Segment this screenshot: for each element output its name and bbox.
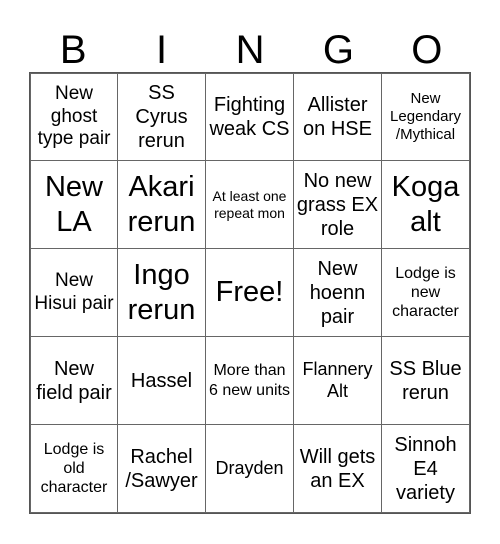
- bingo-cell[interactable]: Ingo rerun: [117, 248, 206, 337]
- bingo-cell[interactable]: More than 6 new units: [205, 336, 294, 425]
- bingo-grid: New ghost type pair SS Cyrus rerun Fightin…: [29, 72, 471, 514]
- bingo-cell[interactable]: Flannery Alt: [293, 336, 382, 425]
- bingo-cell[interactable]: New hoenn pair: [293, 248, 382, 337]
- header-letter-o: O: [411, 28, 443, 72]
- free-space-cell[interactable]: Free!: [205, 248, 294, 337]
- bingo-cell[interactable]: SS Cyrus rerun: [117, 73, 206, 161]
- bingo-cell[interactable]: Will gets an EX: [293, 424, 382, 513]
- header-letter-n: N: [235, 28, 265, 72]
- bingo-cell[interactable]: Fighting weak CS: [205, 73, 294, 161]
- bingo-cell[interactable]: Rachel /Sawyer: [117, 424, 206, 513]
- bingo-cell[interactable]: Sinnoh E4 variety: [381, 424, 470, 513]
- bingo-cell[interactable]: At least one repeat mon: [205, 160, 294, 249]
- bingo-cell[interactable]: Lodge is new character: [381, 248, 470, 337]
- bingo-cell[interactable]: No new grass EX role: [293, 160, 382, 249]
- header-letter-i: I: [156, 28, 168, 72]
- header-letter-g: G: [322, 28, 354, 72]
- bingo-cell[interactable]: New LA: [30, 160, 118, 249]
- bingo-cell[interactable]: Lodge is old character: [30, 424, 118, 513]
- bingo-cell[interactable]: New Hisui pair: [30, 248, 118, 337]
- bingo-cell[interactable]: New ghost type pair: [30, 73, 118, 161]
- bingo-header: B I N G O: [29, 28, 471, 72]
- bingo-cell[interactable]: New Legendary /Mythical: [381, 73, 470, 161]
- header-letter-b: B: [59, 28, 87, 72]
- bingo-cell[interactable]: Hassel: [117, 336, 206, 425]
- bingo-cell[interactable]: SS Blue rerun: [381, 336, 470, 425]
- bingo-cell[interactable]: Drayden: [205, 424, 294, 513]
- bingo-cell[interactable]: Allister on HSE: [293, 73, 382, 161]
- bingo-cell[interactable]: Koga alt: [381, 160, 470, 249]
- bingo-cell[interactable]: Akari rerun: [117, 160, 206, 249]
- bingo-cell[interactable]: New field pair: [30, 336, 118, 425]
